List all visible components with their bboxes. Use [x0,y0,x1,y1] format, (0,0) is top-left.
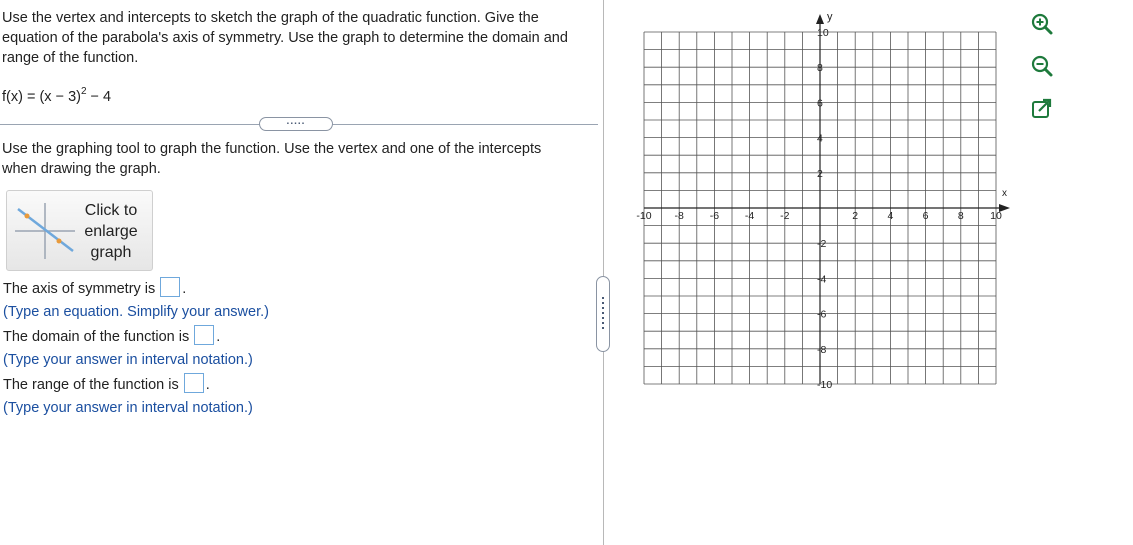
y-tick-label: 10 [817,27,829,39]
y-tick-label: 2 [817,168,823,180]
question-prompt: Use the vertex and intercepts to sketch … [2,10,568,66]
period: . [216,328,221,345]
domain-hint: (Type your answer in interval notation.) [3,352,253,368]
graphing-area[interactable]: x y -10 -8 -6 -4 -2 2 4 6 8 10 10 8 6 4 2 -2 -4 -6 -8 -10 [620,8,1030,400]
axis-of-symmetry-row: The axis of symmetry is. [3,277,187,299]
axis-of-symmetry-label: The axis of symmetry is [3,280,156,297]
axis-of-symmetry-hint: (Type an equation. Simplify your answer.… [3,304,269,320]
y-tick-label: -10 [817,379,832,391]
y-tick-label: -2 [817,238,826,250]
x-tick-label: 10 [990,210,1002,222]
x-tick-label: -10 [636,210,651,222]
y-axis-label: y [827,11,833,23]
x-tick-label: 8 [958,210,964,222]
domain-row: The domain of the function is. [3,325,221,347]
function-tail: − 4 [86,89,112,105]
range-input[interactable] [183,373,204,393]
graph-axes [644,14,1010,384]
zoom-in-icon[interactable] [1030,12,1054,36]
y-tick-label: 8 [817,62,823,74]
graph-tick-labels: x y -10 -8 -6 -4 -2 2 4 6 8 10 10 8 6 4 2 -2 -4 -6 -8 -10 [636,11,1007,391]
question-panel: Use the vertex and intercepts to sketch … [0,0,603,545]
y-axis-arrow [816,14,824,24]
range-label: The range of the function is [3,376,179,393]
x-tick-label: -8 [675,210,684,222]
expand-button[interactable]: ..... [259,117,333,131]
range-row: The range of the function is. [3,373,210,395]
graph-thumbnail-icon [15,203,75,259]
function-base: f(x) = (x − 3) [2,89,81,105]
panel-divider [603,0,604,545]
period: . [182,280,187,297]
domain-label: The domain of the function is [3,328,190,345]
x-tick-label: -6 [710,210,719,222]
range-hint: (Type your answer in interval notation.) [3,400,253,416]
domain-input[interactable] [194,325,215,345]
y-tick-label: 4 [817,133,823,145]
zoom-out-icon[interactable] [1030,54,1054,78]
y-tick-label: -6 [817,309,826,321]
x-tick-label: 6 [923,210,929,222]
x-tick-label: 2 [852,210,858,222]
enlarge-graph-label: Click to enlarge graph [84,202,138,261]
panel-resize-handle[interactable] [596,276,610,352]
x-tick-label: -4 [745,210,754,222]
graph-instruction: Use the graphing tool to graph the funct… [2,141,542,177]
popout-icon[interactable] [1030,97,1054,121]
function-exponent: 2 [80,86,87,97]
function-expression: f(x) = (x − 3)2 − 4 [2,86,112,105]
x-tick-label: 4 [887,210,893,222]
y-tick-label: 6 [817,97,823,109]
period: . [205,376,210,393]
axis-of-symmetry-input[interactable] [160,277,181,297]
enlarge-graph-button[interactable]: Click to enlarge graph [6,190,153,271]
x-tick-label: -2 [780,210,789,222]
y-tick-label: -4 [817,273,826,285]
y-tick-label: -8 [817,344,826,356]
x-axis-label: x [1002,188,1007,199]
